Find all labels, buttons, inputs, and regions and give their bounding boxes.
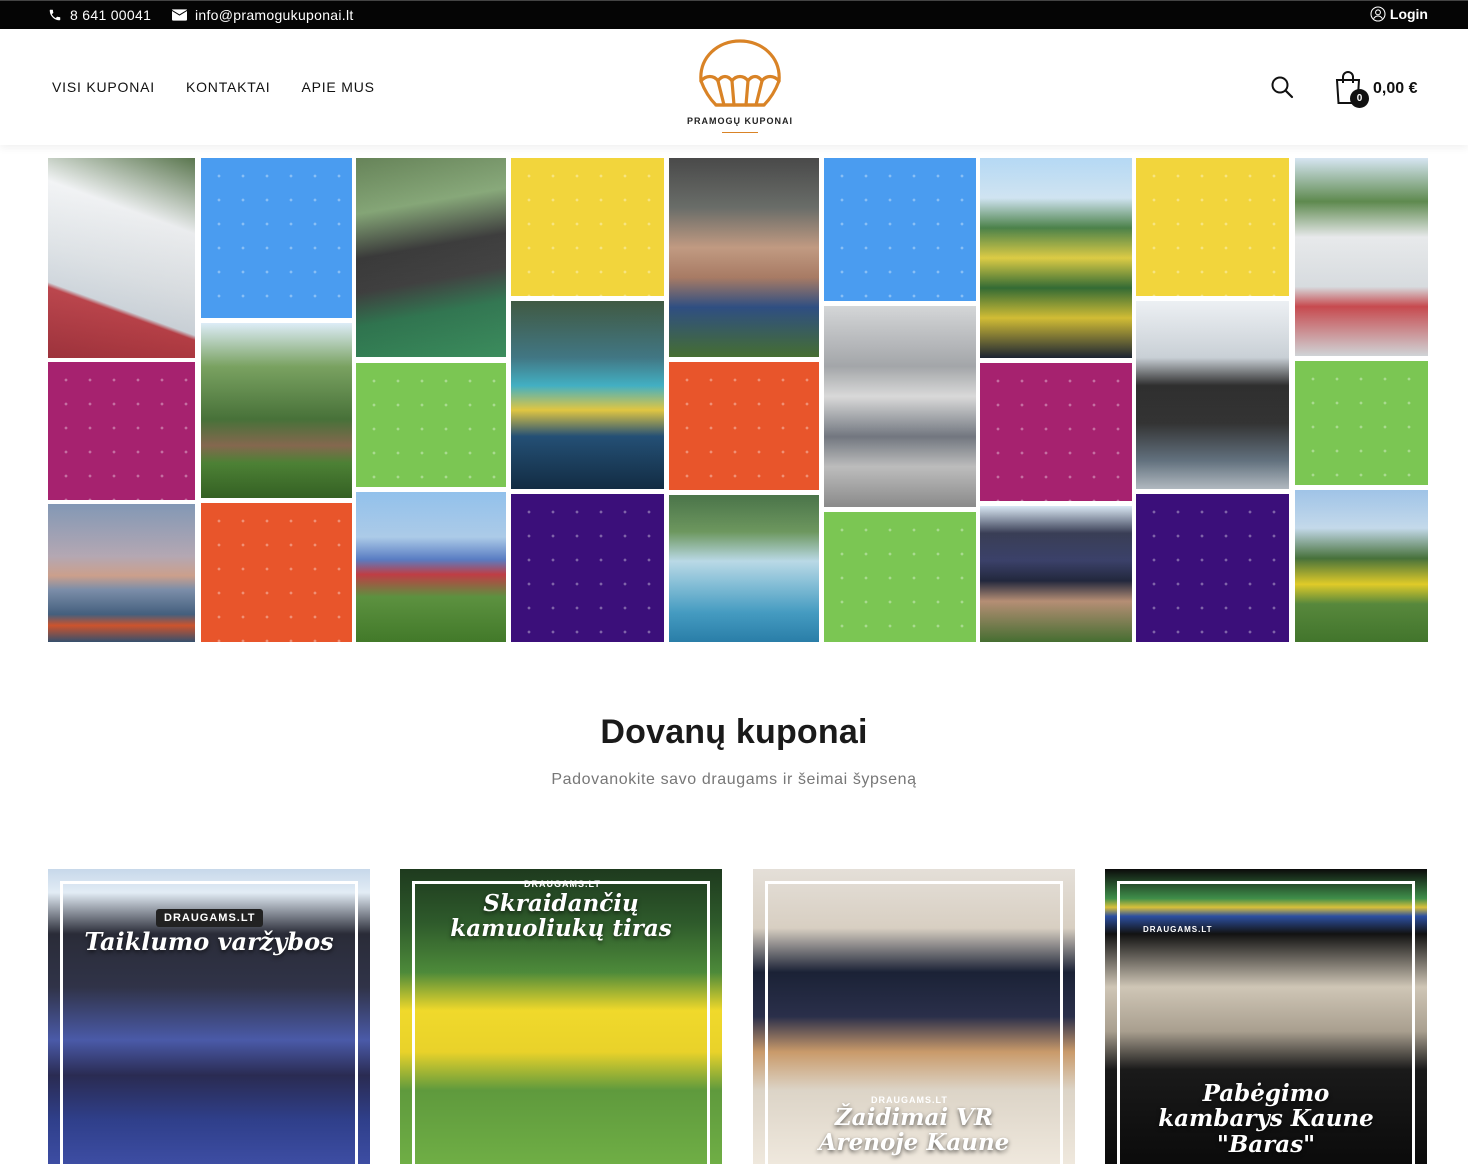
card-badge: DRAUGAMS.LT [1143, 925, 1213, 934]
product-card-skraidanciu[interactable]: DRAUGAMS.LT Skraidančių kamuoliukų tiras [400, 869, 722, 1164]
product-card-vr-arena[interactable]: DRAUGAMS.LT Žaidimai VR Arenoje Kaune [753, 869, 1075, 1164]
mosaic-tile-orange [201, 503, 352, 642]
phone-link[interactable]: 8 641 00041 [48, 7, 151, 23]
section-title: Dovanų kuponai [600, 713, 868, 751]
logo-underline [722, 132, 758, 133]
mosaic-photo-foam-slide [48, 158, 195, 358]
login-link[interactable]: Login [1370, 6, 1428, 22]
cart-count-badge: 0 [1350, 89, 1369, 108]
nav-item-visi-kuponai[interactable]: VISI KUPONAI [52, 79, 155, 95]
mosaic-tile-blue-2 [824, 158, 976, 301]
mosaic-tile-purple [511, 494, 664, 642]
card-title[interactable]: Skraidančių kamuoliukų tiras [400, 891, 722, 942]
mosaic-tile-magenta-2 [980, 363, 1132, 501]
main-header: VISI KUPONAI KONTAKTAI APIE MUS PRAMOGŲ … [0, 29, 1468, 145]
card-title[interactable]: Žaidimai VR Arenoje Kaune [753, 1105, 1075, 1156]
site-logo[interactable]: PRAMOGŲ KUPONAI [680, 37, 800, 137]
product-card-taiklumo[interactable]: DRAUGAMS.LT Taiklumo varžybos [48, 869, 370, 1164]
hero-mosaic [48, 158, 1428, 642]
main-nav: VISI KUPONAI KONTAKTAI APIE MUS [52, 79, 375, 95]
logo-text: PRAMOGŲ KUPONAI [686, 116, 793, 126]
mosaic-photo-water-wheel [511, 301, 664, 489]
mosaic-photo-party-guys [669, 158, 819, 357]
mosaic-tile-yellow [511, 158, 664, 296]
top-bar: 8 641 00041 info@pramogukuponai.lt Login [0, 0, 1468, 29]
user-icon [1370, 6, 1386, 22]
mosaic-photo-foam-party [1295, 158, 1428, 356]
card-badge: DRAUGAMS.LT [524, 879, 601, 889]
card-badge: DRAUGAMS.LT [156, 909, 264, 927]
mosaic-tile-purple-2 [1136, 494, 1289, 642]
mosaic-photo-bubble-football [356, 492, 506, 642]
mosaic-photo-rodeo-bull [356, 158, 506, 357]
section-subtitle: Padovanokite savo draugams ir šeimai šyp… [551, 771, 917, 788]
mosaic-photo-target-game [980, 506, 1132, 642]
email-link[interactable]: info@pramogukuponai.lt [172, 7, 354, 23]
mosaic-photo-inflatable-slide [980, 158, 1132, 358]
search-icon[interactable] [1270, 75, 1294, 104]
mosaic-tile-magenta [48, 362, 195, 500]
mosaic-tile-green [356, 363, 506, 487]
nav-item-apie-mus[interactable]: APIE MUS [301, 79, 374, 95]
mosaic-photo-360-booth [1136, 301, 1289, 489]
mosaic-photo-zorb-ball [669, 495, 819, 642]
cart-total[interactable]: 0,00 € [1373, 80, 1417, 98]
mosaic-tile-yellow-2 [1136, 158, 1289, 296]
mosaic-tile-blue [201, 158, 352, 318]
nav-item-kontaktai[interactable]: KONTAKTAI [186, 79, 270, 95]
mosaic-tile-green-2 [824, 512, 976, 642]
mosaic-photo-archery-tag [1295, 490, 1428, 642]
mosaic-tile-green-3 [1295, 361, 1428, 485]
card-title[interactable]: Pabėgimo kambarys Kaune "Baras" [1105, 1081, 1427, 1157]
login-label[interactable]: Login [1390, 6, 1428, 22]
card-title[interactable]: Taiklumo varžybos [48, 928, 370, 955]
mosaic-photo-beer-pong [824, 306, 976, 507]
logo-emblem [699, 39, 781, 107]
product-card-pabegimo[interactable]: DRAUGAMS.LT Pabėgimo kambarys Kaune "Bar… [1105, 869, 1427, 1164]
email-address[interactable]: info@pramogukuponai.lt [195, 7, 354, 23]
mosaic-photo-cornhole [201, 323, 352, 498]
phone-number[interactable]: 8 641 00041 [70, 7, 151, 23]
mosaic-tile-orange-2 [669, 362, 819, 490]
phone-icon [48, 8, 62, 22]
mosaic-photo-paddleboard [48, 504, 195, 642]
envelope-icon [172, 9, 187, 21]
